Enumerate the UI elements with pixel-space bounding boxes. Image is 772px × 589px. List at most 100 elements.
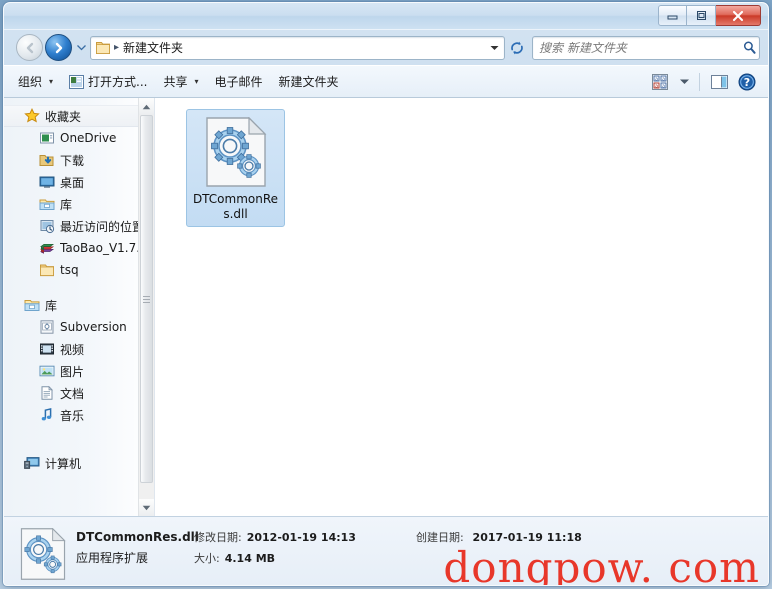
svg-text:?: ? <box>744 76 750 89</box>
breadcrumb-separator: ▸ <box>114 42 120 53</box>
sidebar-item-computer[interactable]: 计算机 <box>4 452 154 474</box>
breadcrumb-path[interactable]: 新建文件夹 <box>123 39 183 56</box>
maximize-button[interactable] <box>687 5 716 26</box>
sidebar-label-libraries: 库 <box>45 298 58 313</box>
library-icon <box>24 300 40 311</box>
list-item[interactable]: DTCommonRes.dll <box>186 109 285 227</box>
dll-file-icon <box>205 117 266 187</box>
nav-scroll-grip-icon <box>143 295 150 303</box>
sidebar-label-downloads: 下载 <box>60 153 85 168</box>
sidebar-item-libraries[interactable]: 库 <box>4 294 154 316</box>
sidebar-item-desktop[interactable]: 桌面 <box>4 171 154 193</box>
share-label: 共享 <box>163 75 188 89</box>
pictures-icon <box>39 365 55 377</box>
view-mode-dropdown[interactable] <box>675 70 693 93</box>
close-button[interactable] <box>716 5 761 26</box>
address-bar[interactable]: ▸ 新建文件夹 <box>90 35 505 60</box>
navigation-list: 收藏夹 OneDrive 下载 桌面 库 最近访问的位置 TaoBao_V1.7… <box>4 98 154 474</box>
video-icon <box>40 343 54 355</box>
sidebar-label-videos: 视频 <box>60 342 85 357</box>
list-item-label: DTCommonRes.dll <box>192 192 279 221</box>
nav-group-gap-2 <box>4 426 154 439</box>
details-modified: 修改日期: 2012-01-19 14:13 <box>194 529 416 545</box>
sidebar-label-subversion: Subversion <box>60 320 127 334</box>
minimize-button[interactable] <box>658 5 687 26</box>
navigation-pane: 收藏夹 OneDrive 下载 桌面 库 最近访问的位置 TaoBao_V1.7… <box>4 98 155 516</box>
nav-scroll-down-button[interactable] <box>139 499 154 516</box>
organize-button[interactable]: 组织 ▾ <box>10 70 61 93</box>
onedrive-icon <box>40 132 54 144</box>
explorer-body: 收藏夹 OneDrive 下载 桌面 库 最近访问的位置 TaoBao_V1.7… <box>4 98 768 516</box>
toolbar: 组织 ▾ 打开方式... 共享 ▾ 电子邮件 新建文件夹 a a a a ? <box>4 65 768 98</box>
details-modified-label: 修改日期: <box>194 531 242 544</box>
details-size-label: 大小: <box>194 552 220 565</box>
svg-text:a: a <box>662 83 665 89</box>
sidebar-item-documents[interactable]: 文档 <box>4 382 154 404</box>
help-icon[interactable]: ? <box>734 70 760 93</box>
view-mode-icon[interactable]: a a a a <box>647 70 673 93</box>
title-bar <box>4 3 768 30</box>
sidebar-item-pictures[interactable]: 图片 <box>4 360 154 382</box>
nav-scroll-track[interactable] <box>139 115 154 499</box>
nav-group-gap-3 <box>4 439 154 452</box>
recent-places-icon <box>40 220 55 234</box>
folder-icon <box>40 264 54 277</box>
details-file-name: DTCommonRes.dll <box>76 530 199 544</box>
sidebar-item-taobao[interactable]: TaoBao_V1.7.8. <box>4 237 154 259</box>
back-button[interactable] <box>16 34 43 61</box>
details-modified-value: 2012-01-19 14:13 <box>246 531 356 544</box>
music-icon <box>41 407 52 421</box>
email-button[interactable]: 电子邮件 <box>207 70 271 93</box>
organize-label: 组织 <box>18 75 43 89</box>
details-size-value: 4.14 MB <box>224 552 276 565</box>
sidebar-item-favorites[interactable]: 收藏夹 <box>4 105 154 127</box>
sidebar-label-onedrive: OneDrive <box>60 131 117 145</box>
details-file-type: 应用程序扩展 <box>76 551 149 565</box>
open-with-button[interactable]: 打开方式... <box>61 70 155 93</box>
new-folder-label: 新建文件夹 <box>278 75 339 89</box>
folder-icon <box>96 41 110 54</box>
svg-text:a: a <box>655 76 658 82</box>
file-list-pane[interactable]: DTCommonRes.dll <box>155 98 768 516</box>
search-input[interactable]: 搜索 新建文件夹 <box>539 39 742 56</box>
subversion-icon <box>40 320 54 334</box>
sidebar-item-recent-places[interactable]: 最近访问的位置 <box>4 215 154 237</box>
sidebar-item-onedrive[interactable]: OneDrive <box>4 127 154 149</box>
nav-scrollbar[interactable] <box>138 98 154 516</box>
preview-pane-icon[interactable] <box>706 70 732 93</box>
share-button[interactable]: 共享 ▾ <box>155 70 206 93</box>
sidebar-item-library-fav[interactable]: 库 <box>4 193 154 215</box>
sidebar-label-pictures: 图片 <box>60 364 85 379</box>
toolbar-separator <box>699 72 700 91</box>
nav-scroll-thumb[interactable] <box>140 115 153 483</box>
window-controls <box>658 5 761 26</box>
search-box[interactable]: 搜索 新建文件夹 <box>532 35 760 60</box>
sidebar-label-tsq: tsq <box>60 263 79 277</box>
archive-icon <box>39 243 55 254</box>
details-size: 大小: 4.14 MB <box>194 550 416 566</box>
sidebar-item-tsq[interactable]: tsq <box>4 259 154 281</box>
open-with-icon <box>69 74 85 89</box>
nav-scroll-up-button[interactable] <box>139 98 154 115</box>
sidebar-label-documents: 文档 <box>60 386 85 401</box>
sidebar-item-downloads[interactable]: 下载 <box>4 149 154 171</box>
refresh-button[interactable] <box>505 37 529 59</box>
forward-button[interactable] <box>45 34 72 61</box>
recent-pages-dropdown[interactable] <box>75 44 88 51</box>
sidebar-item-videos[interactable]: 视频 <box>4 338 154 360</box>
explorer-window: ▸ 新建文件夹 搜索 新建文件夹 组织 ▾ 打开方式... 共享 ▾ 电子邮件 … <box>3 2 769 586</box>
sidebar-label-favorites: 收藏夹 <box>45 109 82 124</box>
sidebar-label-desktop: 桌面 <box>60 175 85 190</box>
svg-text:a: a <box>655 83 658 89</box>
sidebar-item-music[interactable]: 音乐 <box>4 404 154 426</box>
sidebar-item-subversion[interactable]: Subversion <box>4 316 154 338</box>
address-dropdown-icon[interactable] <box>486 45 502 51</box>
desktop-icon <box>39 176 55 188</box>
share-caret-icon: ▾ <box>194 77 199 86</box>
documents-icon <box>41 385 53 400</box>
organize-caret-icon: ▾ <box>49 77 54 86</box>
new-folder-button[interactable]: 新建文件夹 <box>271 70 347 93</box>
dll-file-icon <box>20 528 66 580</box>
search-icon <box>743 41 756 54</box>
sidebar-label-recent-places: 最近访问的位置 <box>60 219 145 234</box>
